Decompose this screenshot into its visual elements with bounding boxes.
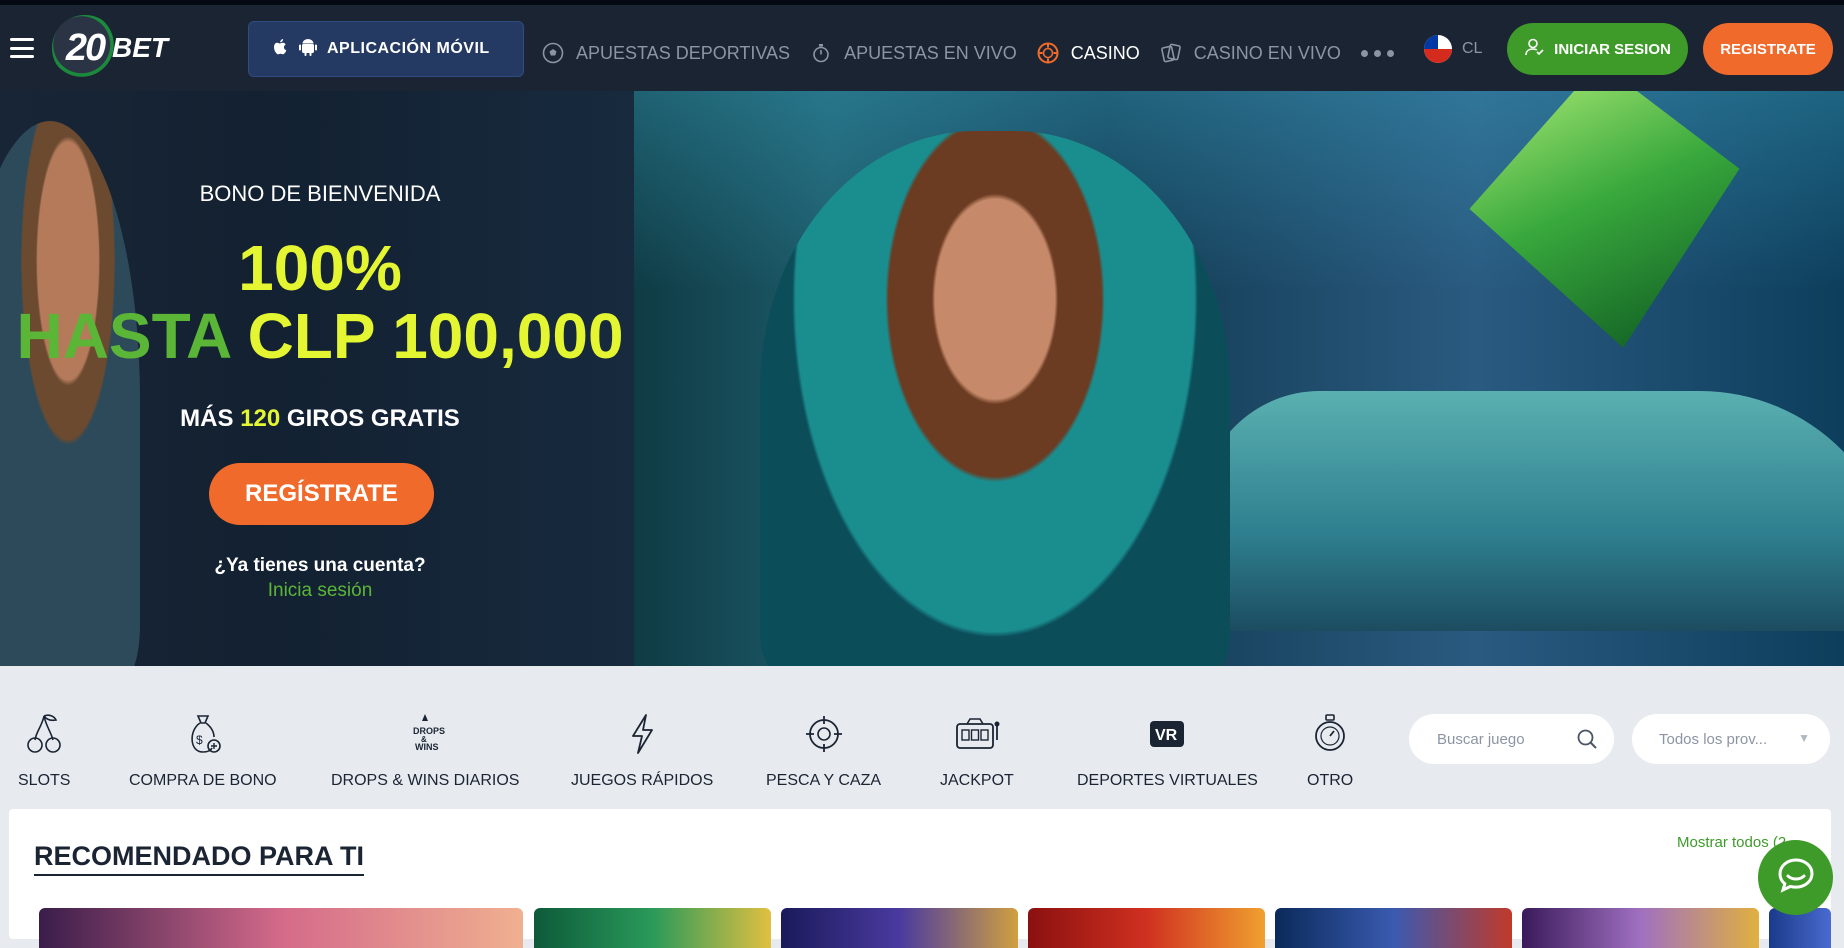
brand-logo[interactable]: 20 BET [52, 15, 168, 81]
category-bonus-buy[interactable]: $ COMPRA DE BONO [129, 710, 277, 790]
category-jackpot[interactable]: JACKPOT [940, 710, 1014, 790]
provider-select[interactable]: Todos los prov... ▼ [1632, 714, 1830, 764]
recommended-section: RECOMENDADO PARA TI Mostrar todos (2 [9, 809, 1831, 948]
category-drops-wins-label: DROPS & WINS DIARIOS [331, 772, 520, 789]
spins-count: 120 [240, 405, 281, 432]
game-search-input[interactable] [1437, 730, 1577, 748]
language-selector[interactable]: CL [1424, 35, 1482, 63]
game-thumbnail[interactable] [39, 908, 523, 948]
game-thumbnail[interactable] [1028, 908, 1265, 948]
category-fishing-hunting[interactable]: PESCA Y CAZA [766, 710, 881, 790]
live-chat-button[interactable] [1758, 840, 1833, 915]
svg-text:DROPS: DROPS [413, 726, 445, 736]
spins-prefix: MÁS [180, 405, 234, 432]
mobile-app-label: APLICACIÓN MÓVIL [327, 40, 490, 57]
category-quick-games[interactable]: JUEGOS RÁPIDOS [571, 710, 713, 790]
category-other[interactable]: OTRO [1307, 710, 1353, 790]
svg-text:VR: VR [1155, 727, 1178, 744]
nav-live-casino-label: CASINO EN VIVO [1193, 42, 1341, 63]
game-search-box[interactable] [1409, 714, 1614, 764]
cards-icon [1160, 42, 1182, 64]
chat-bubble-icon [1776, 855, 1816, 900]
search-icon[interactable] [1576, 728, 1598, 754]
cherries-icon [24, 710, 64, 758]
category-bonus-buy-label: COMPRA DE BONO [129, 772, 277, 789]
hero-login-link[interactable]: Inicia sesión [0, 580, 640, 602]
site-header: 20 BET APLICACIÓN MÓVIL APUESTAS DEPORTI… [0, 5, 1844, 96]
category-drops-wins[interactable]: DROPS & WINS DROPS & WINS DIARIOS [331, 710, 519, 790]
game-thumbnail[interactable] [1275, 908, 1512, 948]
language-code: CL [1462, 40, 1483, 57]
bonus-amount: HASTA CLP 100,000 [0, 299, 640, 373]
nav-casino[interactable]: CASINO [1036, 10, 1140, 96]
money-bag-icon: $ [183, 710, 223, 758]
crosshair-icon [804, 710, 844, 758]
nav-sports-betting-label: APUESTAS DEPORTIVAS [576, 42, 791, 63]
category-quick-games-label: JUEGOS RÁPIDOS [571, 772, 714, 789]
logo-badge: 20 [52, 15, 118, 81]
nav-casino-label: CASINO [1070, 42, 1140, 63]
slot-machine-icon [953, 710, 1001, 758]
hamburger-menu-icon[interactable] [10, 38, 34, 58]
nav-live-casino[interactable]: CASINO EN VIVO [1160, 10, 1341, 96]
svg-text:WINS: WINS [415, 742, 439, 752]
mobile-app-button[interactable]: APLICACIÓN MÓVIL [248, 21, 524, 77]
category-slots[interactable]: SLOTS [18, 710, 70, 790]
login-label: INICIAR SESION [1554, 40, 1671, 58]
chile-flag-icon [1424, 35, 1452, 63]
hero-register-button[interactable]: REGÍSTRATE [209, 463, 434, 525]
android-icon [299, 37, 317, 62]
bonus-amount-value: CLP 100,000 [247, 300, 624, 372]
hero-car-image [1200, 391, 1844, 631]
category-jackpot-label: JACKPOT [940, 772, 1014, 789]
register-button[interactable]: REGISTRATE [1703, 23, 1833, 75]
category-other-label: OTRO [1307, 772, 1354, 789]
more-nav-icon[interactable] [1360, 49, 1394, 57]
welcome-bonus-promo: BONO DE BIENVENIDA 100% HASTA CLP 100,00… [0, 91, 640, 666]
recommended-title: RECOMENDADO PARA TI [34, 841, 364, 876]
nav-live-betting[interactable]: APUESTAS EN VIVO [810, 10, 1017, 96]
casino-chip-icon [1037, 42, 1059, 64]
hero-banner: BONO DE BIENVENIDA 100% HASTA CLP 100,00… [0, 91, 1844, 666]
account-question: ¿Ya tienes una cuenta? [214, 555, 426, 576]
hero-woman-image [760, 131, 1230, 666]
game-thumbnail[interactable] [781, 908, 1018, 948]
drops-wins-icon: DROPS & WINS [405, 710, 445, 758]
bonus-subtitle: BONO DE BIENVENIDA [199, 181, 441, 206]
provider-select-value: Todos los prov... [1659, 730, 1768, 748]
game-thumbnail[interactable] [1522, 908, 1759, 948]
bonus-amount-prefix: HASTA [16, 300, 230, 372]
nav-live-betting-label: APUESTAS EN VIVO [844, 42, 1017, 63]
stopwatch-icon [1310, 710, 1350, 758]
vr-icon: VR [1148, 710, 1186, 758]
logo-wordmark: BET [112, 32, 168, 63]
live-stopwatch-icon [810, 42, 832, 64]
bonus-percent: 100% [238, 232, 402, 304]
category-slots-label: SLOTS [18, 772, 71, 789]
category-bar: SLOTS $ COMPRA DE BONO DROPS & WINS DROPS … [0, 666, 1844, 808]
login-button[interactable]: INICIAR SESION [1507, 23, 1688, 75]
category-fishing-hunting-label: PESCA Y CAZA [766, 772, 882, 789]
category-virtual-sports[interactable]: VR DEPORTES VIRTUALES [1077, 710, 1258, 790]
spins-suffix: GIROS GRATIS [286, 405, 460, 432]
free-spins-text: MÁS 120 GIROS GRATIS [0, 405, 640, 433]
category-virtual-sports-label: DEPORTES VIRTUALES [1077, 772, 1258, 789]
game-thumbnail[interactable] [534, 908, 771, 948]
user-icon [1524, 37, 1544, 61]
svg-text:$: $ [196, 733, 203, 747]
chevron-down-icon: ▼ [1798, 731, 1810, 745]
lightning-icon [627, 710, 657, 758]
main-nav: APUESTAS DEPORTIVAS APUESTAS EN VIVO CAS… [542, 10, 1394, 96]
nav-sports-betting[interactable]: APUESTAS DEPORTIVAS [542, 10, 790, 96]
apple-icon [271, 37, 289, 62]
soccer-ball-icon [542, 42, 564, 64]
